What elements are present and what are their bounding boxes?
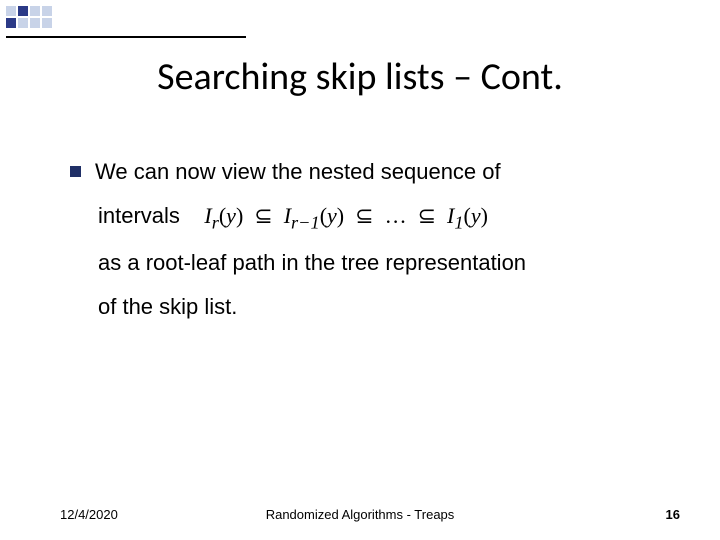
interval-formula: Ir(y) ⊆ Ir−1(y) ⊆ … ⊆ I1(y) xyxy=(204,203,488,228)
corner-decoration xyxy=(6,6,266,36)
footer-title: Randomized Algorithms - Treaps xyxy=(0,507,720,522)
text-line-1: We can now view the nested sequence of xyxy=(95,159,501,184)
slide-title: Searching skip lists – Cont. xyxy=(0,54,720,100)
text-line-2-prefix: intervals xyxy=(98,203,180,228)
bullet-line-1: We can now view the nested sequence of xyxy=(70,150,670,194)
bullet-line-2: intervals Ir(y) ⊆ Ir−1(y) ⊆ … ⊆ I1(y) xyxy=(70,194,670,241)
text-line-3: as a root-leaf path in the tree represen… xyxy=(70,241,670,285)
square-bullet-icon xyxy=(70,166,81,177)
slide: Searching skip lists – Cont. We can now … xyxy=(0,0,720,540)
text-line-4: of the skip list. xyxy=(70,285,670,329)
footer-page-number: 16 xyxy=(666,507,680,522)
slide-body: We can now view the nested sequence of i… xyxy=(70,150,670,329)
